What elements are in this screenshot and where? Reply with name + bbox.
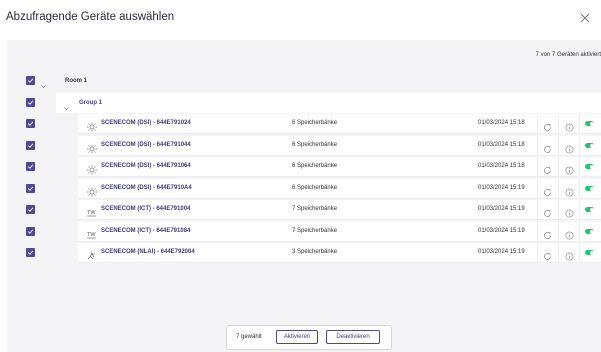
column-divider xyxy=(537,179,538,199)
sun-dimmer-icon xyxy=(86,141,98,154)
refresh-icon[interactable] xyxy=(543,184,552,196)
column-divider xyxy=(579,200,580,220)
info-icon[interactable] xyxy=(565,205,574,218)
device-name[interactable]: SCENECOM (DSI) - 644E791044 xyxy=(101,142,191,148)
chevron-down-icon[interactable] xyxy=(63,99,70,117)
device-name[interactable]: SCENECOM (ICT) - 644E791084 xyxy=(101,228,190,234)
enable-toggle[interactable] xyxy=(585,207,594,212)
device-checkbox[interactable] xyxy=(26,248,35,257)
column-divider xyxy=(579,136,580,156)
device-date: 01/03/2024 15:19 xyxy=(478,249,525,255)
device-name[interactable]: SCENECOM (DSI) - 644E791024 xyxy=(101,120,191,126)
device-date: 01/03/2024 15:19 xyxy=(478,228,525,234)
enable-toggle[interactable] xyxy=(585,143,594,148)
info-icon[interactable] xyxy=(565,119,574,132)
column-divider xyxy=(558,200,559,220)
column-divider xyxy=(558,179,559,199)
activate-button[interactable]: Aktivieren xyxy=(276,330,318,344)
column-divider xyxy=(558,243,559,263)
refresh-icon[interactable] xyxy=(543,141,552,153)
info-icon[interactable] xyxy=(565,248,574,261)
close-icon[interactable] xyxy=(579,11,591,23)
column-divider xyxy=(537,157,538,177)
device-checkbox[interactable] xyxy=(26,205,35,214)
column-divider xyxy=(579,157,580,177)
device-memory: 3 Speicherbänke xyxy=(292,249,338,255)
device-memory: 6 Speicherbänke xyxy=(292,142,338,148)
device-checkbox[interactable] xyxy=(26,227,35,236)
refresh-icon[interactable] xyxy=(543,227,552,239)
enable-toggle[interactable] xyxy=(585,164,594,169)
tw-icon: TW xyxy=(86,205,98,217)
group-checkbox[interactable] xyxy=(26,98,35,107)
info-icon[interactable] xyxy=(565,227,574,240)
column-divider xyxy=(537,136,538,156)
device-memory: 7 Speicherbänke xyxy=(292,228,338,234)
column-divider xyxy=(537,243,538,263)
column-divider xyxy=(537,200,538,220)
device-date: 01/03/2024 15:19 xyxy=(478,185,525,191)
dialog-header: Abzufragende Geräte auswählen xyxy=(0,0,601,40)
column-divider xyxy=(579,179,580,199)
column-divider xyxy=(579,114,580,134)
column-divider xyxy=(579,243,580,263)
tw-icon: TW xyxy=(86,227,98,239)
device-name[interactable]: SCENECOM (ICT) - 644E791004 xyxy=(101,206,190,212)
refresh-icon[interactable] xyxy=(543,162,552,174)
device-date: 01/03/2024 15:18 xyxy=(478,142,525,148)
device-date: 01/03/2024 15:18 xyxy=(478,163,525,169)
chevron-down-icon[interactable] xyxy=(40,77,47,95)
room-label: Room 1 xyxy=(65,78,88,84)
info-icon[interactable] xyxy=(565,162,574,175)
selected-count: 7 gewählt xyxy=(236,334,262,340)
device-date: 01/03/2024 15:19 xyxy=(478,206,525,212)
device-name[interactable]: SCENECOM (DSI) - 644E791064 xyxy=(101,163,191,169)
svg-text:TW: TW xyxy=(87,210,96,216)
device-memory: 7 Speicherbänke xyxy=(292,206,338,212)
column-divider xyxy=(537,114,538,134)
device-name[interactable]: SCENECOM (DSI) - 644E7910A4 xyxy=(101,185,192,191)
device-memory: 6 Speicherbänke xyxy=(292,185,338,191)
refresh-icon[interactable] xyxy=(543,119,552,131)
svg-text:TW: TW xyxy=(87,232,96,238)
deactivate-button[interactable]: Deaktivieren xyxy=(326,330,380,344)
info-icon[interactable] xyxy=(565,184,574,197)
device-checkbox[interactable] xyxy=(26,141,35,150)
activated-count: 7 von 7 Geräten aktiviert xyxy=(535,52,601,58)
enable-toggle[interactable] xyxy=(585,121,594,126)
sun-dimmer-icon xyxy=(86,119,98,132)
device-date: 01/03/2024 15:18 xyxy=(478,120,525,126)
device-memory: 6 Speicherbänke xyxy=(292,163,338,169)
column-divider xyxy=(558,222,559,242)
column-divider xyxy=(579,222,580,242)
group-row xyxy=(56,93,601,113)
dialog-title: Abzufragende Geräte auswählen xyxy=(6,11,175,23)
column-divider xyxy=(537,222,538,242)
sun-dimmer-icon xyxy=(86,162,98,175)
lamp-icon xyxy=(86,248,98,260)
device-checkbox[interactable] xyxy=(26,119,35,128)
device-checkbox[interactable] xyxy=(26,162,35,171)
group-label: Group 1 xyxy=(79,100,103,106)
device-name[interactable]: SCENECOM (NLAI) - 644E792004 xyxy=(101,249,195,255)
device-memory: 6 Speicherbänke xyxy=(292,120,338,126)
column-divider xyxy=(558,114,559,134)
column-divider xyxy=(558,157,559,177)
enable-toggle[interactable] xyxy=(585,250,594,255)
refresh-icon[interactable] xyxy=(543,248,552,260)
column-divider xyxy=(558,136,559,156)
sun-dimmer-icon xyxy=(86,184,98,197)
room-checkbox[interactable] xyxy=(26,76,35,85)
enable-toggle[interactable] xyxy=(585,229,594,234)
enable-toggle[interactable] xyxy=(585,186,594,191)
refresh-icon[interactable] xyxy=(543,205,552,217)
info-icon[interactable] xyxy=(565,141,574,154)
device-checkbox[interactable] xyxy=(26,184,35,193)
